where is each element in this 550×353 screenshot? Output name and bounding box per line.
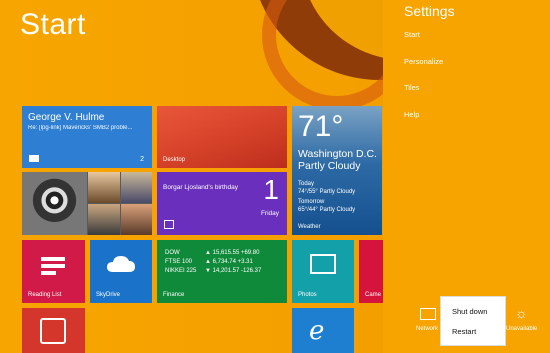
- skydrive-tile[interactable]: SkyDrive: [90, 240, 152, 303]
- camera-label: Came: [365, 292, 382, 298]
- calendar-day-name: Friday: [260, 210, 279, 217]
- finance-index-value: ▲ 15,615.55 +69.80: [205, 250, 260, 256]
- weather-condition: Partly Cloudy: [298, 160, 361, 172]
- internet-explorer-icon: e: [309, 316, 325, 346]
- finance-index-name: NIKKEI 225: [165, 268, 197, 274]
- finance-index-name: DOW: [165, 250, 180, 256]
- mail-tile[interactable]: George V. Hulme Re: [lpg-link] Mavericks…: [22, 106, 152, 168]
- weather-today-label: Today: [298, 181, 315, 187]
- settings-title: Settings: [404, 3, 455, 19]
- finance-index-value: ▲ 6,734.74 +3.31: [205, 259, 253, 265]
- weather-tomorrow-label: Tomorrow: [298, 199, 325, 205]
- photos-label: Photos: [298, 292, 317, 298]
- calendar-event: Borgar Ljosland's birthday: [163, 184, 238, 191]
- unavailable-label: Unavailable: [506, 326, 538, 332]
- weather-temperature: 71°: [298, 110, 344, 143]
- settings-item-personalize[interactable]: Personalize: [404, 57, 443, 66]
- photos-tile[interactable]: Photos: [292, 240, 354, 303]
- calendar-tile[interactable]: Borgar Ljosland's birthday 1 Friday: [157, 172, 287, 235]
- calendar-day-number: 1: [263, 174, 279, 205]
- finance-index-name: FTSE 100: [165, 259, 193, 265]
- contact-photo: [121, 172, 152, 203]
- weather-today: Today 74°/55° Partly Cloudy: [298, 180, 355, 196]
- brightness-icon[interactable]: ☼: [515, 305, 528, 321]
- weather-label: Weather: [298, 224, 321, 230]
- network-icon[interactable]: [420, 308, 436, 320]
- alarm-icon: [40, 318, 66, 344]
- weather-location: Washington D.C. Partly Cloudy: [298, 148, 377, 172]
- mail-icon: [29, 155, 39, 162]
- cloud-icon: [107, 256, 135, 272]
- contact-photo: [88, 172, 120, 203]
- mail-count: 2: [140, 156, 144, 163]
- restart-option[interactable]: Restart: [452, 327, 476, 336]
- weather-tomorrow: Tomorrow 65°/44° Partly Cloudy: [298, 198, 355, 214]
- finance-index-value: ▼ 14,201.57 -126.37: [205, 268, 262, 274]
- desktop-tile[interactable]: Desktop: [157, 106, 287, 168]
- weather-tomorrow-value: 65°/44° Partly Cloudy: [298, 207, 356, 213]
- shut-down-option[interactable]: Shut down: [452, 307, 487, 316]
- mail-sender: George V. Hulme: [28, 112, 105, 123]
- contact-photo: [88, 204, 120, 235]
- weather-today-value: 74°/55° Partly Cloudy: [298, 189, 356, 195]
- settings-item-help[interactable]: Help: [404, 110, 419, 119]
- network-label: Network: [416, 326, 439, 332]
- finance-tile[interactable]: DOW ▲ 15,615.55 +69.80 FTSE 100 ▲ 6,734.…: [157, 240, 287, 303]
- people-tile[interactable]: [22, 172, 152, 235]
- contact-photo: [22, 172, 87, 235]
- reading-list-tile[interactable]: Reading List: [22, 240, 85, 303]
- calendar-icon: [164, 220, 174, 229]
- alarms-tile[interactable]: [22, 308, 85, 353]
- finance-label: Finance: [163, 292, 185, 298]
- weather-tile[interactable]: 71° Washington D.C. Partly Cloudy Today …: [292, 106, 382, 235]
- internet-explorer-tile[interactable]: e: [292, 308, 354, 353]
- skydrive-label: SkyDrive: [96, 292, 121, 298]
- mail-subject: Re: [lpg-link] Mavericks' SMB2 proble...: [28, 125, 133, 131]
- power-menu: Shut down Restart: [440, 296, 506, 346]
- weather-city: Washington D.C.: [298, 148, 377, 160]
- start-screen: Start George V. Hulme Re: [lpg-link] Mav…: [0, 0, 550, 353]
- start-title: Start: [20, 8, 86, 41]
- desktop-label: Desktop: [163, 157, 186, 163]
- reading-list-icon: [41, 257, 65, 275]
- contact-photo: [121, 204, 152, 235]
- settings-item-tiles[interactable]: Tiles: [404, 83, 420, 92]
- reading-list-label: Reading List: [28, 292, 62, 298]
- settings-item-start[interactable]: Start: [404, 30, 420, 39]
- photos-icon: [310, 254, 336, 274]
